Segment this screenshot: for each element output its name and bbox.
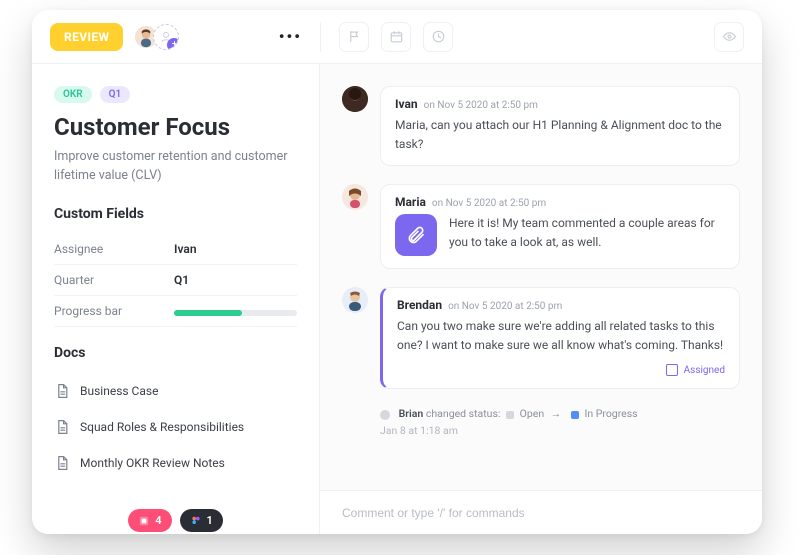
comment-author: Maria <box>395 195 426 209</box>
counter-value: 1 <box>207 514 213 527</box>
status-dot-to <box>571 411 579 419</box>
topbar-left: REVIEW + ••• <box>32 23 320 51</box>
field-value: Ivan <box>174 242 197 256</box>
more-menu-button[interactable]: ••• <box>279 27 302 46</box>
doc-title: Squad Roles & Responsibilities <box>80 420 244 434</box>
comment-author: Brendan <box>397 298 442 312</box>
floating-counters: 4 1 <box>32 509 319 534</box>
status-change-event: Brian changed status: Open → In Progress… <box>342 407 740 437</box>
checkbox-icon <box>666 364 678 376</box>
status-verb: changed status: <box>426 407 501 420</box>
avatar-mini <box>380 410 390 420</box>
date-button[interactable] <box>381 22 411 52</box>
comment-input[interactable] <box>342 506 740 520</box>
status-dot-from <box>506 411 514 419</box>
watch-button[interactable] <box>714 22 744 52</box>
document-icon <box>54 383 70 399</box>
comment-author: Ivan <box>395 97 418 111</box>
counter-value: 4 <box>155 514 161 527</box>
comment-timestamp: on Nov 5 2020 at 2:50 pm <box>448 301 562 312</box>
activity-pane: Ivan on Nov 5 2020 at 2:50 pm Maria, can… <box>320 64 762 534</box>
paperclip-icon <box>406 225 426 245</box>
comment-text: Can you two make sure we're adding all r… <box>397 317 725 354</box>
assigned-label: Assigned <box>684 365 725 376</box>
field-assignee[interactable]: Assignee Ivan <box>54 234 297 265</box>
plus-icon: + <box>167 38 179 50</box>
comment: Maria on Nov 5 2020 at 2:50 pm Here it i… <box>342 184 740 269</box>
comment-timestamp: on Nov 5 2020 at 2:50 pm <box>432 198 546 209</box>
comment-bubble[interactable]: Maria on Nov 5 2020 at 2:50 pm Here it i… <box>380 184 740 269</box>
task-description[interactable]: Improve customer retention and customer … <box>54 147 297 186</box>
progress-fill <box>174 310 242 316</box>
field-quarter[interactable]: Quarter Q1 <box>54 265 297 296</box>
assigned-indicator[interactable]: Assigned <box>397 364 725 376</box>
field-label: Assignee <box>54 242 174 256</box>
comment: Ivan on Nov 5 2020 at 2:50 pm Maria, can… <box>342 86 740 166</box>
status-badge-review[interactable]: REVIEW <box>50 23 123 51</box>
grid-icon <box>138 515 150 527</box>
counter-pill-secondary[interactable]: 1 <box>180 509 223 532</box>
comment-feed: Ivan on Nov 5 2020 at 2:50 pm Maria, can… <box>320 64 762 490</box>
field-progress[interactable]: Progress bar <box>54 296 297 327</box>
comment-bubble[interactable]: Ivan on Nov 5 2020 at 2:50 pm Maria, can… <box>380 86 740 166</box>
task-title[interactable]: Customer Focus <box>54 113 297 141</box>
status-from: Open <box>520 407 545 420</box>
topbar-right <box>320 22 762 52</box>
tag-row: OKR Q1 <box>54 86 297 103</box>
progress-bar[interactable] <box>174 310 297 316</box>
topbar: REVIEW + ••• <box>32 10 762 64</box>
doc-item[interactable]: Squad Roles & Responsibilities <box>54 409 297 445</box>
add-assignee-button[interactable]: + <box>153 24 179 50</box>
actor-name: Brian <box>399 407 424 420</box>
avatar[interactable] <box>342 184 368 210</box>
attachment-tile[interactable] <box>395 214 437 256</box>
comment-text: Maria, can you attach our H1 Planning & … <box>395 116 725 153</box>
doc-item[interactable]: Business Case <box>54 373 297 409</box>
comment-text: Here it is! My team commented a couple a… <box>449 214 725 251</box>
field-label: Progress bar <box>54 304 174 318</box>
docs-header: Docs <box>54 345 297 361</box>
document-icon <box>54 455 70 471</box>
field-value: Q1 <box>174 273 189 287</box>
arrow-icon: → <box>551 407 562 420</box>
document-icon <box>54 419 70 435</box>
docs-section: Docs Business Case Squad Roles & Respons… <box>54 345 297 481</box>
time-button[interactable] <box>423 22 453 52</box>
figma-icon <box>190 515 202 527</box>
avatar[interactable] <box>342 287 368 313</box>
doc-title: Monthly OKR Review Notes <box>80 456 225 470</box>
comment: Brendan on Nov 5 2020 at 2:50 pm Can you… <box>342 287 740 389</box>
field-label: Quarter <box>54 273 174 287</box>
comment-timestamp: on Nov 5 2020 at 2:50 pm <box>424 100 538 111</box>
comment-composer[interactable] <box>320 490 762 534</box>
flag-button[interactable] <box>339 22 369 52</box>
counter-pill-primary[interactable]: 4 <box>128 509 171 532</box>
doc-item[interactable]: Monthly OKR Review Notes <box>54 445 297 481</box>
avatar[interactable] <box>342 86 368 112</box>
tag-okr[interactable]: OKR <box>54 86 92 103</box>
status-to: In Progress <box>584 407 637 420</box>
details-pane: OKR Q1 Customer Focus Improve customer r… <box>32 64 320 534</box>
doc-title: Business Case <box>80 384 158 398</box>
tag-q1[interactable]: Q1 <box>100 86 131 103</box>
comment-bubble[interactable]: Brendan on Nov 5 2020 at 2:50 pm Can you… <box>380 287 740 389</box>
custom-fields-header: Custom Fields <box>54 206 297 222</box>
assignee-stack[interactable]: + <box>133 24 179 50</box>
body: OKR Q1 Customer Focus Improve customer r… <box>32 64 762 534</box>
status-timestamp: Jan 8 at 1:18 am <box>380 424 740 437</box>
task-detail-window: REVIEW + ••• <box>32 10 762 534</box>
